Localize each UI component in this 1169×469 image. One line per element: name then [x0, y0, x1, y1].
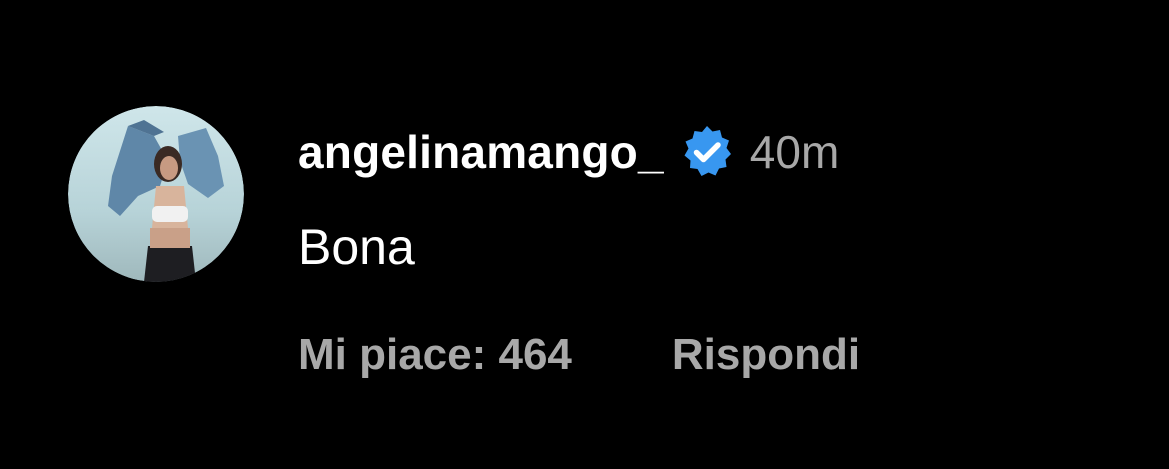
comment-text: Bona — [298, 219, 415, 275]
likes-count-button[interactable]: Mi piace: 464 — [298, 330, 572, 380]
comment-item: angelinamango_ 40m Bona Mi piace: 464 Ri… — [0, 0, 1169, 469]
reply-button[interactable]: Rispondi — [672, 330, 860, 380]
username-link[interactable]: angelinamango_ — [298, 125, 664, 179]
comment-header: angelinamango_ 40m — [298, 122, 839, 182]
comment-timestamp: 40m — [749, 126, 840, 178]
verified-badge-icon — [678, 123, 736, 181]
avatar[interactable] — [68, 106, 244, 282]
comment-actions: Mi piace: 464 Rispondi — [298, 330, 860, 380]
avatar-photo — [68, 106, 244, 282]
